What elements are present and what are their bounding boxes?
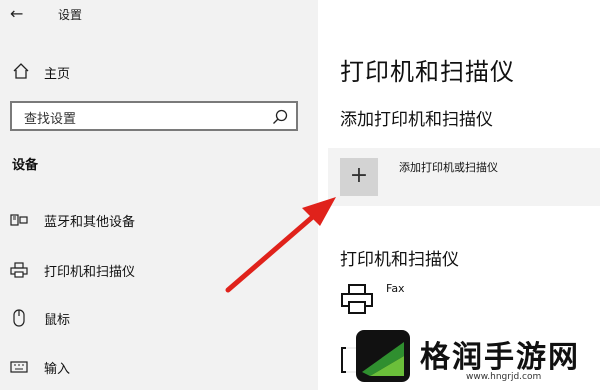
devices-icon	[10, 214, 28, 226]
sidebar-item-bluetooth[interactable]: 蓝牙和其他设备	[0, 205, 318, 235]
sidebar-item-input[interactable]: 输入	[0, 352, 318, 382]
home-icon	[13, 63, 29, 79]
add-printer-button[interactable]: + 添加打印机或扫描仪	[328, 148, 600, 206]
sidebar-item-label: 蓝牙和其他设备	[44, 215, 136, 230]
search-placeholder: 查找设置	[24, 112, 77, 127]
add-printer-label: 添加打印机或扫描仪	[399, 161, 498, 174]
printer-name: Fax	[386, 282, 405, 295]
printer-icon	[341, 284, 373, 314]
search-icon[interactable]	[272, 109, 288, 125]
sidebar-item-label: 鼠标	[44, 313, 71, 328]
section-label-devices: 设备	[12, 158, 39, 173]
section-title-add: 添加打印机和扫描仪	[340, 110, 493, 130]
printer-item-fax[interactable]: Fax	[340, 282, 590, 318]
watermark-logo: 格润手游网 www.hngrjd.com	[346, 322, 600, 390]
printer-icon	[10, 262, 28, 278]
keyboard-icon	[10, 361, 28, 373]
section-title-printers: 打印机和扫描仪	[340, 250, 459, 270]
watermark-brand: 格润手游网	[420, 340, 580, 375]
app-title: 设置	[58, 8, 83, 22]
plus-icon: +	[340, 158, 378, 196]
sidebar: ← 设置 主页 查找设置 设备 蓝牙和其他设备 打印机和扫描仪 鼠标 输入	[0, 0, 318, 390]
sidebar-item-mouse[interactable]: 鼠标	[0, 303, 318, 333]
search-input[interactable]: 查找设置	[10, 101, 298, 131]
sidebar-item-label: 输入	[44, 362, 71, 377]
watermark-url: www.hngrjd.com	[466, 372, 542, 382]
back-arrow-icon[interactable]: ←	[10, 4, 30, 24]
page-title: 打印机和扫描仪	[340, 58, 515, 86]
title-bar: ← 设置	[0, 0, 318, 28]
brand-logo-icon	[356, 330, 410, 382]
sidebar-item-printers[interactable]: 打印机和扫描仪	[0, 255, 318, 285]
sidebar-item-home[interactable]: 主页	[0, 56, 318, 86]
sidebar-item-label: 打印机和扫描仪	[44, 265, 136, 280]
sidebar-item-label: 主页	[44, 67, 71, 82]
mouse-icon	[13, 309, 25, 327]
